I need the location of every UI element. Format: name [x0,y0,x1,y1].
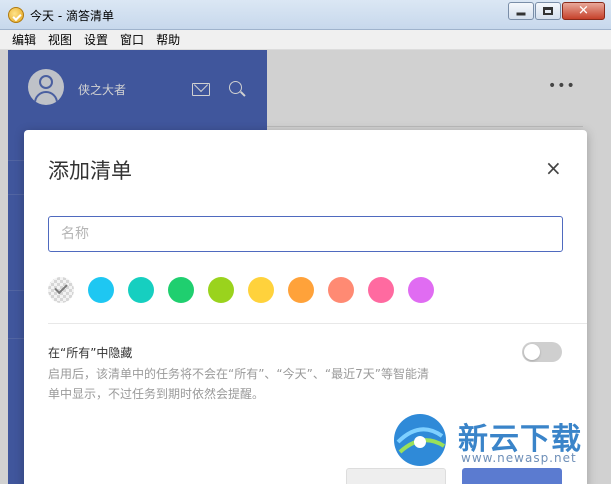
window-controls: ✕ [507,2,605,20]
minimize-icon [516,12,526,16]
menu-help[interactable]: 帮助 [156,31,180,48]
dialog-title: 添加清单 [48,159,132,183]
description-line: 单中显示，不过任务到期时依然会提醒。 [48,387,265,401]
save-button[interactable] [462,468,562,484]
menu-settings[interactable]: 设置 [84,31,108,48]
color-swatch-none[interactable] [48,277,74,303]
color-swatch[interactable] [368,277,394,303]
toggle-knob [524,344,540,360]
color-swatch[interactable] [128,277,154,303]
minimize-button[interactable] [508,2,534,20]
color-swatch[interactable] [328,277,354,303]
window-title: 今天 - 滴答清单 [30,9,114,23]
color-swatch[interactable] [208,277,234,303]
maximize-button[interactable] [535,2,561,20]
color-swatch[interactable] [408,277,434,303]
app-check-icon [8,7,24,23]
dialog-close-icon[interactable]: × [545,158,562,178]
title-bar: 今天 - 滴答清单 ✕ [0,0,611,30]
color-swatch[interactable] [288,277,314,303]
menu-window[interactable]: 窗口 [120,31,144,48]
color-swatch[interactable] [168,277,194,303]
hide-in-all-label: 在“所有”中隐藏 [48,346,133,360]
menu-bar: 编辑 视图 设置 窗口 帮助 [0,30,611,50]
color-swatch[interactable] [248,277,274,303]
menu-edit[interactable]: 编辑 [12,31,36,48]
hide-in-all-description: 启用后，该清单中的任务将不会在“所有”、“今天”、“最近7天”等智能清 单中显示… [48,364,508,404]
maximize-icon [543,7,553,15]
close-window-button[interactable]: ✕ [562,2,605,20]
watermark-logo-icon [394,414,446,466]
watermark-url: www.newasp.net [461,451,577,465]
menu-view[interactable]: 视图 [48,31,72,48]
divider [48,323,587,324]
color-swatch[interactable] [88,277,114,303]
list-name-input[interactable] [48,216,563,252]
cancel-button[interactable] [346,468,446,484]
description-line: 启用后，该清单中的任务将不会在“所有”、“今天”、“最近7天”等智能清 [48,367,429,381]
hide-in-all-toggle[interactable] [522,342,562,362]
close-icon: ✕ [578,3,589,19]
